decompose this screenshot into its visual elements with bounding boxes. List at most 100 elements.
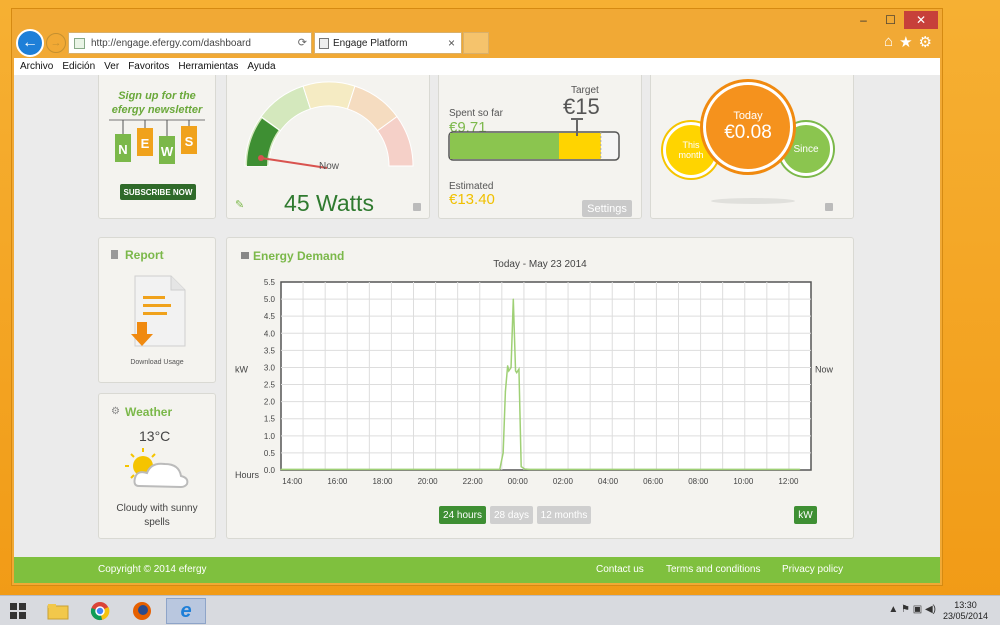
report-panel: Report Download Usage [98, 237, 216, 383]
chart-title: Today - May 23 2014 [493, 259, 587, 270]
new-tab-button[interactable] [463, 32, 489, 54]
terms-link[interactable]: Terms and conditions [666, 564, 761, 575]
x-tick-label: 00:00 [508, 477, 529, 486]
close-button[interactable]: ✕ [904, 11, 938, 29]
clock-date[interactable]: 23/05/2014 [943, 611, 988, 622]
data-point [504, 390, 507, 392]
newsletter-line2: efergy newsletter [111, 104, 203, 116]
menu-edicion[interactable]: Edición [62, 61, 95, 72]
tab-engage-platform[interactable]: Engage Platform × [314, 32, 462, 54]
data-point [499, 468, 501, 470]
menu-ver[interactable]: Ver [104, 61, 119, 72]
tag-letter-e: E [141, 136, 150, 151]
tag-letter-n: N [118, 142, 127, 157]
x-axis-label: Hours [235, 470, 260, 480]
maximize-button[interactable]: ☐ [877, 11, 904, 29]
y-tick-label: 0.5 [264, 449, 276, 458]
menu-archivo[interactable]: Archivo [20, 61, 53, 72]
y-axis-label: kW [235, 365, 249, 375]
gauge-value: 45 Watts [284, 190, 374, 216]
today-bubble[interactable]: Today €0.08 [703, 82, 793, 172]
tray-icons[interactable]: ▲ ⚑ ▣ ◀) [888, 604, 936, 615]
since-label: Since [793, 143, 819, 155]
address-bar[interactable]: http://engage.efergy.com/dashboard ⟳ [68, 32, 312, 54]
favorites-star-icon[interactable]: ★ [899, 33, 912, 51]
taskbar-internet-explorer[interactable]: e [166, 598, 206, 624]
data-point [520, 465, 522, 468]
energy-demand-panel: Energy Demand Today - May 23 2014 0.0 0.5 1… [226, 237, 854, 539]
home-icon[interactable]: ⌂ [884, 33, 893, 51]
taskbar-file-explorer[interactable] [38, 598, 78, 624]
data-point [510, 366, 512, 369]
x-tick-label: 08:00 [688, 477, 709, 486]
temperature: 13°C [139, 428, 171, 444]
y-tick-label: 4.5 [264, 312, 276, 321]
range-28-days-button[interactable]: 28 days [490, 506, 533, 524]
settings-button[interactable]: Settings [582, 200, 632, 217]
arrow-right-icon: → [50, 37, 62, 49]
info-icon[interactable] [825, 203, 833, 211]
taskbar-firefox[interactable] [122, 598, 162, 624]
download-document-icon[interactable] [125, 274, 195, 354]
tag-letter-s: S [185, 134, 194, 149]
contact-us-link[interactable]: Contact us [596, 564, 644, 575]
minimize-button[interactable]: – [850, 11, 877, 29]
x-tick-label: 06:00 [643, 477, 664, 486]
x-tick-label: 20:00 [418, 477, 439, 486]
gear-icon[interactable]: ⚙ [919, 33, 932, 51]
page-icon [74, 38, 85, 49]
budget-spent-fill [450, 133, 559, 159]
x-tick-label: 02:00 [553, 477, 574, 486]
range-12-months-button[interactable]: 12 months [537, 506, 591, 524]
clock-time[interactable]: 13:30 [943, 600, 988, 611]
info-icon[interactable] [413, 203, 421, 211]
close-tab-icon[interactable]: × [448, 36, 455, 50]
y-tick-label: 1.0 [264, 432, 276, 441]
forward-button[interactable]: → [46, 33, 66, 53]
tag-letter-w: W [161, 144, 174, 159]
menu-ayuda[interactable]: Ayuda [247, 61, 275, 72]
menu-herramientas[interactable]: Herramientas [178, 61, 238, 72]
gauge-now-label: Now [319, 161, 340, 172]
navigation-bar: ← → http://engage.efergy.com/dashboard ⟳… [14, 29, 940, 59]
back-button[interactable]: ← [16, 29, 44, 57]
y-tick-label: 3.5 [264, 346, 276, 355]
tab-title: Engage Platform [333, 38, 408, 49]
unit-kw-button[interactable]: kW [794, 506, 817, 524]
chrome-icon [90, 602, 110, 621]
arrow-left-icon: ← [22, 34, 38, 51]
data-point [507, 365, 509, 367]
taskbar-chrome[interactable] [80, 598, 120, 624]
gauge-needle-hub [258, 155, 264, 161]
data-point [280, 468, 282, 470]
budget-estimated-fill [558, 133, 601, 159]
estimated-value: €13.40 [449, 191, 495, 208]
data-point [528, 468, 530, 470]
firefox-icon [133, 602, 151, 620]
internet-explorer-icon: e [180, 599, 192, 622]
news-tags-illustration: N E W S [109, 119, 205, 164]
y-tick-label: 3.0 [264, 363, 276, 372]
x-tick-label: 10:00 [733, 477, 754, 486]
newsletter-heading: Sign up for the efergy newsletter [99, 89, 215, 117]
newsletter-line1: Sign up for the [118, 90, 196, 102]
weather-description: Cloudy with sunny spells [99, 502, 215, 530]
x-tick-label: 04:00 [598, 477, 619, 486]
refresh-icon[interactable]: ⟳ [298, 36, 307, 49]
today-value: €0.08 [724, 122, 772, 143]
privacy-link[interactable]: Privacy policy [782, 564, 843, 575]
range-24-hours-button[interactable]: 24 hours [439, 506, 486, 524]
start-button[interactable] [0, 598, 36, 624]
now-label: Now [815, 365, 834, 375]
y-tick-label: 1.5 [264, 415, 276, 424]
menu-favoritos[interactable]: Favoritos [128, 61, 169, 72]
y-tick-label: 2.5 [264, 381, 276, 390]
data-point [512, 298, 514, 300]
subscribe-button[interactable]: SUBSCRIBE NOW [120, 184, 196, 200]
download-usage-link[interactable]: Download Usage [99, 359, 215, 366]
gauge-panel: Now 45 Watts ✎ [226, 75, 430, 219]
y-tick-label: 0.0 [264, 466, 276, 475]
budget-progress-bar [448, 118, 620, 161]
browser-tools: ⌂ ★ ⚙ [884, 33, 932, 51]
today-label: Today [733, 110, 763, 122]
